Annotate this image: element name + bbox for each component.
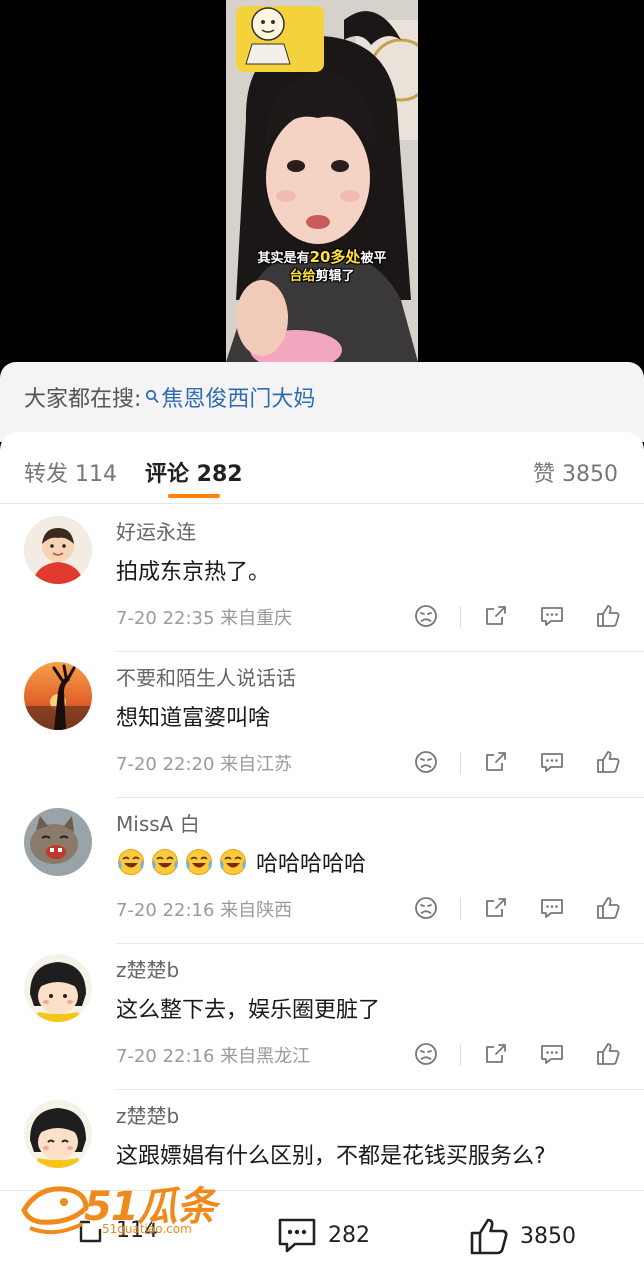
share-icon[interactable] (482, 602, 510, 630)
comment-meta: 7-20 22:16 来自陕西 (116, 900, 293, 921)
avatar[interactable] (24, 954, 92, 1022)
comment-text: 想知道富婆叫啥 (116, 706, 271, 731)
avatar-image (24, 808, 92, 876)
video-thumbnail (226, 0, 418, 362)
trending-search-term[interactable]: 焦恩俊西门大妈 (161, 381, 315, 413)
dislike-icon[interactable] (412, 602, 440, 630)
video-player[interactable]: 其实是有20多处被平 台给剪辑了 (0, 0, 644, 362)
comment-actions (410, 748, 622, 778)
avatar[interactable] (24, 1100, 92, 1168)
action-divider (460, 606, 461, 628)
comment-text: 哈哈哈哈哈 (256, 852, 367, 877)
caption-text: 被平 (360, 251, 387, 266)
reply-icon[interactable] (538, 602, 566, 630)
reply-icon[interactable] (538, 1040, 566, 1068)
avatar[interactable] (24, 808, 92, 876)
trending-search-bar: 大家都在搜: 焦恩俊西门大妈 (0, 362, 644, 442)
like-count: 3850 (520, 1223, 576, 1249)
avatar-image (24, 1100, 92, 1168)
avatar[interactable] (24, 516, 92, 584)
share-icon[interactable] (482, 894, 510, 922)
action-divider (460, 1044, 461, 1066)
comment-button[interactable]: 282 (276, 1215, 370, 1255)
comment-meta: 7-20 22:16 来自黑龙江 (116, 1046, 311, 1067)
caption-text: 剪辑 (315, 269, 342, 284)
tab-active-indicator (168, 494, 220, 498)
avatar[interactable] (24, 662, 92, 730)
share-icon[interactable] (482, 748, 510, 776)
caption-line-2: 台给剪辑了 (226, 268, 418, 286)
action-divider (460, 752, 461, 774)
search-icon (146, 389, 159, 403)
comment-item: MissA 白 哈哈哈哈哈 7-20 22:16 来自陕西 (0, 798, 644, 944)
share-icon[interactable] (482, 1040, 510, 1068)
reply-icon[interactable] (538, 748, 566, 776)
comment-item: 不要和陌生人说话话 想知道富婆叫啥 7-20 22:20 来自江苏 (0, 652, 644, 798)
trending-search-link[interactable]: 焦恩俊西门大妈 (145, 381, 315, 413)
comment-text: 拍成东京热了。 (116, 560, 271, 585)
video-frame[interactable]: 其实是有20多处被平 台给剪辑了 (226, 0, 418, 362)
comment-count: 282 (328, 1222, 370, 1248)
avatar-image (24, 516, 92, 584)
watermark-url: 51guatiao.com (102, 1222, 192, 1236)
comment-text: 这跟嫖娼有什么区别，不都是花钱买服务么? (116, 1144, 546, 1169)
laughing-crying-icon (220, 849, 246, 875)
laughing-crying-icon (152, 849, 178, 875)
comment-meta: 7-20 22:20 来自江苏 (116, 754, 293, 775)
trending-search-label: 大家都在搜: (24, 387, 142, 412)
comment-text: 这么整下去，娱乐圈更脏了 (116, 998, 381, 1023)
comments-sheet: 转发 114 评论 282 赞 3850 好运永连 拍成东京热了。 7-20 2… (0, 432, 644, 1280)
comment-meta: 7-20 22:35 来自重庆 (116, 608, 293, 629)
comment-item: 好运永连 拍成东京热了。 7-20 22:35 来自重庆 (0, 506, 644, 652)
comment-author[interactable]: z楚楚b (116, 1100, 179, 1129)
comment-actions (410, 602, 622, 632)
dislike-icon[interactable] (412, 748, 440, 776)
avatar-image (24, 662, 92, 730)
comment-author[interactable]: z楚楚b (116, 954, 179, 983)
caption-line-1: 其实是有20多处被平 (226, 248, 418, 268)
laughing-crying-icon (118, 849, 144, 875)
like-icon[interactable] (594, 894, 622, 922)
comment-author[interactable]: 不要和陌生人说话话 (116, 662, 296, 691)
comment-text-row: 哈哈哈哈哈 (116, 846, 366, 878)
comment-item: z楚楚b 这么整下去，娱乐圈更脏了 7-20 22:16 来自黑龙江 (0, 944, 644, 1090)
thumbs-up-icon (470, 1218, 508, 1255)
like-icon[interactable] (594, 1040, 622, 1068)
comment-actions (410, 894, 622, 924)
emoji-group (116, 847, 252, 877)
dislike-icon[interactable] (412, 894, 440, 922)
tab-like[interactable]: 赞 3850 (533, 456, 618, 488)
tab-repost[interactable]: 转发 114 (24, 456, 117, 488)
caption-text: 了 (341, 269, 355, 284)
video-caption: 其实是有20多处被平 台给剪辑了 (226, 248, 418, 286)
avatar-image (24, 954, 92, 1022)
like-icon[interactable] (594, 602, 622, 630)
site-watermark: 51瓜条 51guatiao.com (20, 1176, 230, 1242)
watermark-logo-icon (21, 1186, 89, 1235)
reply-icon[interactable] (538, 894, 566, 922)
like-icon[interactable] (594, 748, 622, 776)
comment-author[interactable]: MissA 白 (116, 808, 200, 837)
like-button[interactable]: 3850 (468, 1215, 576, 1257)
caption-text: 其实是有 (257, 251, 310, 266)
caption-highlight: 20多处 (309, 248, 361, 266)
tab-comment[interactable]: 评论 282 (145, 456, 243, 488)
tab-bar: 转发 114 评论 282 赞 3850 (0, 432, 644, 504)
action-divider (460, 898, 461, 920)
comment-author[interactable]: 好运永连 (116, 516, 196, 545)
caption-highlight: 台给 (289, 269, 316, 284)
comment-icon (278, 1218, 316, 1253)
dislike-icon[interactable] (412, 1040, 440, 1068)
laughing-crying-icon (186, 849, 212, 875)
comment-actions (410, 1040, 622, 1070)
